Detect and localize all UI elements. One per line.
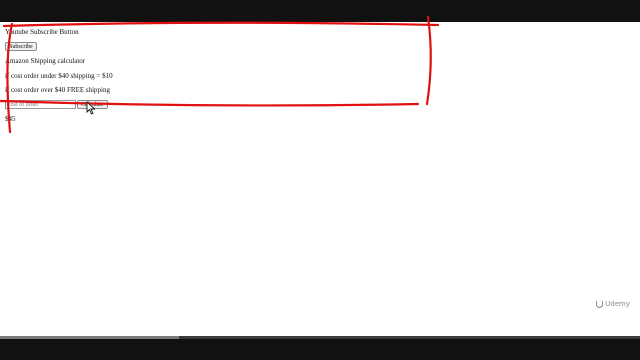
video-player-bar bbox=[0, 336, 640, 360]
red-annotation-box bbox=[0, 15, 440, 134]
video-progress-track[interactable] bbox=[0, 336, 640, 339]
mouse-pointer-icon bbox=[86, 101, 96, 115]
video-progress-fill bbox=[0, 336, 180, 339]
